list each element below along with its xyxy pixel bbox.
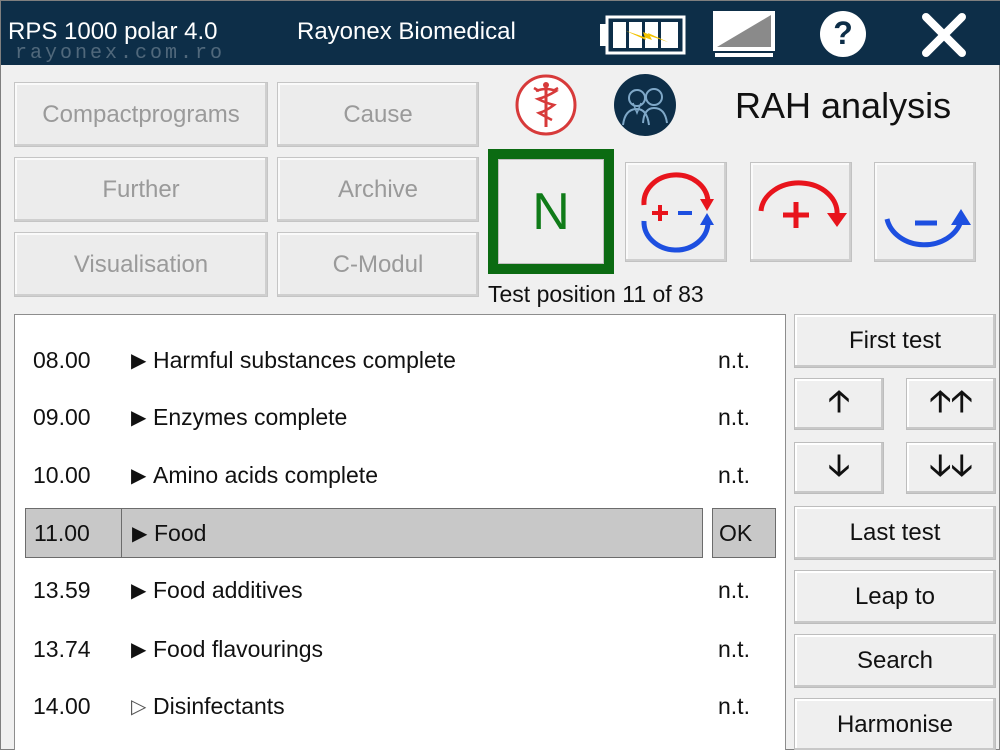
leap-to-button[interactable]: Leap to <box>794 570 996 624</box>
watermark: rayonex.com.ro <box>15 42 226 65</box>
test-position: Test position 11 of 83 <box>488 281 704 307</box>
cause-button[interactable]: Cause <box>277 82 479 147</box>
mode-title: RAH analysis <box>735 85 952 126</box>
expand-triangle-icon[interactable]: ▶ <box>131 463 153 488</box>
item-name: Food additives <box>153 576 303 603</box>
minus-polarity-button[interactable] <box>874 162 976 262</box>
monitor-icon[interactable] <box>711 9 777 59</box>
item-name: Food flavourings <box>153 635 324 662</box>
list-item[interactable]: 08.00 ▶ Harmful substances complete n.t. <box>15 335 785 385</box>
neutral-label: N <box>498 159 604 264</box>
first-test-button[interactable]: First test <box>794 314 996 368</box>
list-item[interactable]: 09.00 ▶ Enzymes complete n.t. <box>15 392 785 442</box>
item-name: Amino acids complete <box>153 461 378 488</box>
item-status: n.t. <box>718 635 750 662</box>
fast-up-arrow-button[interactable]: 🡡🡡 <box>906 378 996 430</box>
expand-triangle-icon[interactable]: ▶ <box>131 405 153 430</box>
list-item-selected[interactable]: 11.00 ▶ Food OK <box>15 508 785 558</box>
battery-charging-icon[interactable] <box>598 15 686 55</box>
item-name: Disinfectants <box>153 692 285 719</box>
help-icon[interactable]: ? <box>818 9 868 59</box>
expand-triangle-icon[interactable]: ▶ <box>131 578 153 603</box>
item-number: 13.74 <box>33 635 91 662</box>
list-item[interactable]: 13.74 ▶ Food flavourings n.t. <box>15 624 785 674</box>
expand-triangle-icon[interactable]: ▶ <box>131 348 153 373</box>
item-status: n.t. <box>718 403 750 430</box>
item-number: 13.59 <box>33 576 91 603</box>
mixed-polarity-button[interactable] <box>625 162 727 262</box>
mixed-polarity-icon <box>641 172 714 253</box>
item-number: 14.00 <box>33 692 91 719</box>
minus-polarity-icon <box>884 209 971 248</box>
harmonise-button[interactable]: Harmonise <box>794 698 996 750</box>
svg-text:?: ? <box>833 15 853 51</box>
compactprograms-button[interactable]: Compactprograms <box>14 82 268 147</box>
visualisation-button[interactable]: Visualisation <box>14 232 268 297</box>
item-status: n.t. <box>718 461 750 488</box>
vendor-name: Rayonex Biomedical <box>297 18 516 45</box>
archive-button[interactable]: Archive <box>277 157 479 222</box>
neutral-button[interactable]: N <box>488 149 614 274</box>
item-status: n.t. <box>718 576 750 603</box>
leaf-triangle-icon: ▷ <box>131 695 147 718</box>
search-button[interactable]: Search <box>794 634 996 688</box>
list-item[interactable]: 13.59 ▶ Food additives n.t. <box>15 565 785 615</box>
item-number: 10.00 <box>33 461 91 488</box>
expand-triangle-icon[interactable]: ▶ <box>131 637 153 662</box>
close-icon[interactable] <box>918 9 970 61</box>
down-arrow-button[interactable]: 🡣 <box>794 442 884 494</box>
item-number: 08.00 <box>33 346 91 373</box>
title-bar: RPS 1000 polar 4.0 rayonex.com.ro Rayone… <box>1 1 1000 65</box>
item-name: Enzymes complete <box>153 403 348 430</box>
further-button[interactable]: Further <box>14 157 268 222</box>
list-item[interactable]: 10.00 ▶ Amino acids complete n.t. <box>15 450 785 500</box>
item-number: 11.00 <box>25 508 123 558</box>
c-modul-button[interactable]: C-Modul <box>277 232 479 297</box>
list-item[interactable]: 14.00 ▷ Disinfectants n.t. <box>15 681 785 731</box>
fast-down-arrow-button[interactable]: 🡣🡣 <box>906 442 996 494</box>
item-status: n.t. <box>718 346 750 373</box>
item-status: n.t. <box>718 692 750 719</box>
app-window: RPS 1000 polar 4.0 rayonex.com.ro Rayone… <box>0 0 1000 750</box>
expand-triangle-icon[interactable]: ▶ <box>132 521 154 546</box>
therapist-patient-icon[interactable] <box>613 73 677 137</box>
item-status: OK <box>712 508 776 558</box>
item-name: Harmful substances complete <box>153 346 456 373</box>
plus-polarity-button[interactable] <box>750 162 852 262</box>
item-name: Food <box>154 519 207 546</box>
up-arrow-button[interactable]: 🡡 <box>794 378 884 430</box>
test-list: 08.00 ▶ Harmful substances complete n.t. … <box>14 314 786 750</box>
plus-polarity-icon <box>758 180 847 228</box>
last-test-button[interactable]: Last test <box>794 506 996 560</box>
caduceus-icon[interactable] <box>514 73 578 137</box>
item-number: 09.00 <box>33 403 91 430</box>
